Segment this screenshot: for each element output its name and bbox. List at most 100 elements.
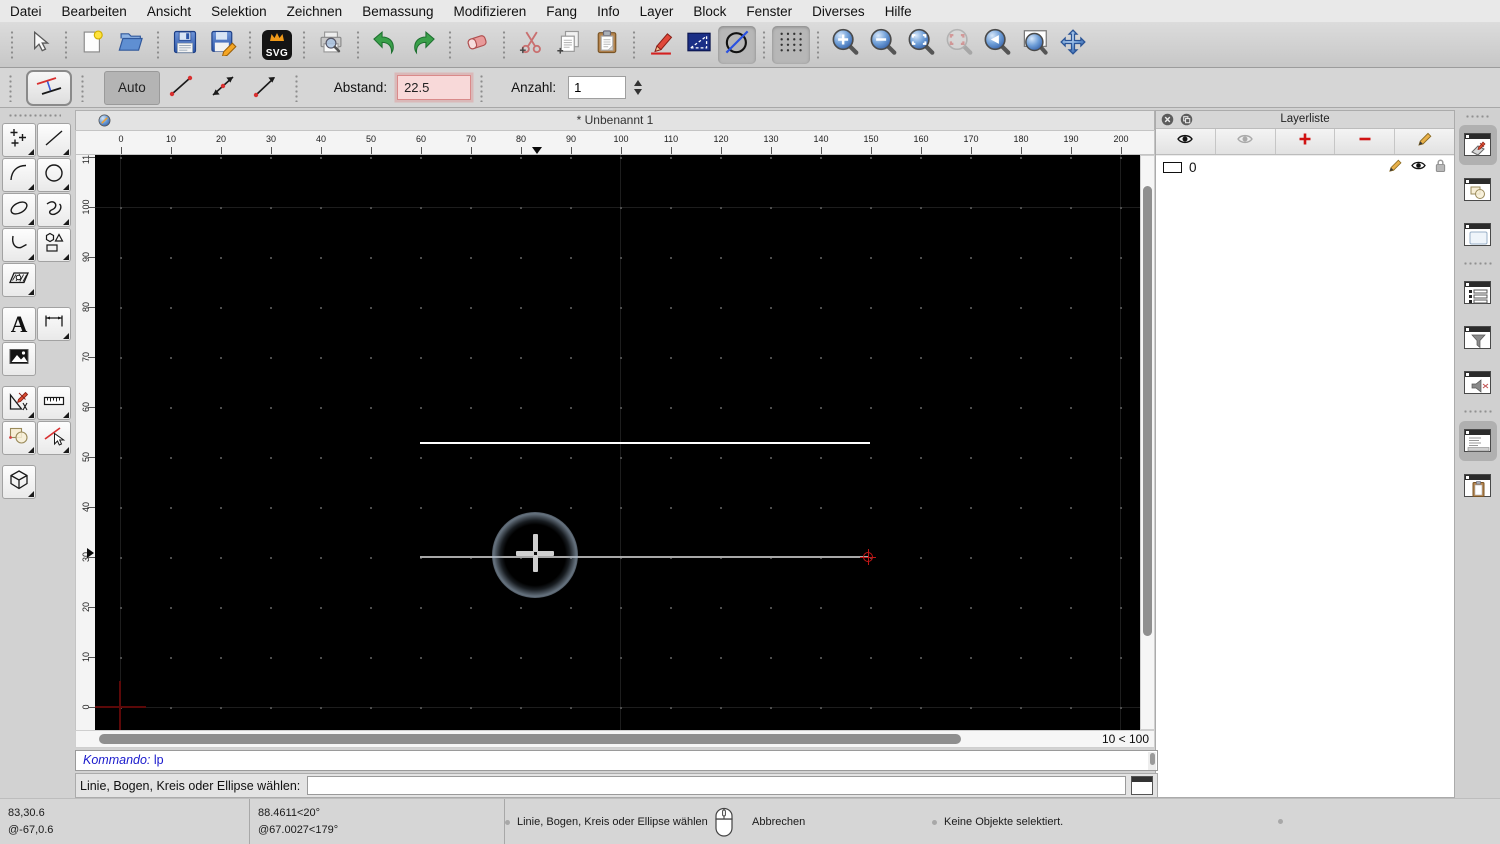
save-button[interactable] (166, 26, 204, 64)
zoom-out-button[interactable] (864, 26, 902, 64)
new-document-button[interactable] (74, 26, 112, 64)
drawn-line[interactable] (420, 556, 868, 558)
add-layer-button[interactable] (1276, 129, 1336, 154)
shape-tool-button[interactable] (37, 228, 71, 262)
block-list-panel-button[interactable] (1459, 170, 1497, 210)
both-directions-button[interactable] (202, 70, 244, 106)
show-all-layers-button[interactable] (1156, 129, 1216, 154)
vertical-scrollbar[interactable] (1140, 155, 1155, 730)
select-cursor-button[interactable] (20, 26, 58, 64)
edit-attributes-button[interactable] (642, 26, 680, 64)
detach-icon[interactable] (1180, 113, 1193, 132)
menu-item-ansicht[interactable]: Ansicht (137, 4, 201, 19)
layer-color-swatch[interactable] (1163, 161, 1182, 173)
circle-tool-button[interactable] (37, 158, 71, 192)
measure-tool-button[interactable] (37, 386, 71, 420)
redo-button[interactable] (404, 26, 442, 64)
menu-item-modifizieren[interactable]: Modifizieren (444, 4, 537, 19)
layer-row[interactable]: 0 (1156, 156, 1454, 178)
hatch-tool-button[interactable] (2, 263, 36, 297)
zoom-selection-button[interactable] (940, 26, 978, 64)
points-tool-button[interactable] (2, 123, 36, 157)
copy-button[interactable] (550, 26, 588, 64)
horizontal-scrollbar-thumb[interactable] (99, 734, 961, 744)
draw-mode-button[interactable] (718, 25, 756, 64)
command-window-toggle-button[interactable] (1131, 776, 1153, 795)
entity-list-panel-button[interactable] (1459, 273, 1497, 313)
drawing-canvas[interactable] (95, 155, 1140, 730)
line-selection-button[interactable] (680, 26, 718, 64)
command-scrollbar-thumb[interactable] (1149, 753, 1155, 765)
undo-button[interactable] (366, 26, 404, 64)
drawn-line[interactable] (420, 442, 870, 444)
block-tool-button[interactable] (2, 421, 36, 455)
zoom-previous-button[interactable] (978, 26, 1016, 64)
menu-item-hilfe[interactable]: Hilfe (875, 4, 922, 19)
menu-item-zeichnen[interactable]: Zeichnen (277, 4, 353, 19)
line-tool-button[interactable] (37, 123, 71, 157)
modify-tool-button[interactable] (2, 386, 36, 420)
vertical-scrollbar-thumb[interactable] (1143, 186, 1152, 636)
clipboard-panel-button[interactable] (1459, 466, 1497, 506)
auto-mode-button[interactable]: Auto (104, 70, 160, 105)
filter-panel-button[interactable] (1459, 318, 1497, 358)
cut-button[interactable] (512, 26, 550, 64)
zoom-in-button[interactable] (826, 26, 864, 64)
menu-item-diverses[interactable]: Diverses (802, 4, 875, 19)
menu-item-bemassung[interactable]: Bemassung (352, 4, 443, 19)
dock-drag-handle[interactable] (1464, 114, 1491, 120)
arc-tool-button[interactable] (2, 158, 36, 192)
dimension-tool-button[interactable] (37, 307, 71, 341)
anzahl-stepper[interactable] (630, 76, 645, 100)
library-browser-panel-button[interactable] (1459, 215, 1497, 255)
stepper-up-icon[interactable] (633, 80, 642, 86)
polyline-tool-button[interactable] (2, 228, 36, 262)
menu-item-block[interactable]: Block (683, 4, 736, 19)
one-direction-button[interactable] (244, 70, 286, 106)
menu-item-fang[interactable]: Fang (536, 4, 587, 19)
menu-item-selektion[interactable]: Selektion (201, 4, 277, 19)
command-history[interactable]: Kommando: lp (75, 750, 1158, 771)
ellipse-tool-button[interactable] (2, 193, 36, 227)
menu-item-layer[interactable]: Layer (630, 4, 684, 19)
parallel-line-tool-button[interactable] (26, 69, 72, 106)
svg-export-button[interactable]: SVG (258, 26, 296, 64)
solid-tool-button[interactable] (2, 465, 36, 499)
text-tool-button[interactable]: A (2, 307, 36, 341)
command-panel-button[interactable] (1459, 363, 1497, 403)
image-tool-button[interactable] (2, 342, 36, 376)
zoom-window-button[interactable] (1016, 26, 1054, 64)
zoom-fit-button[interactable] (902, 26, 940, 64)
close-icon[interactable] (1161, 113, 1174, 132)
stepper-down-icon[interactable] (633, 89, 642, 95)
menu-item-bearbeiten[interactable]: Bearbeiten (52, 4, 137, 19)
layer-lock-icon[interactable] (1434, 158, 1447, 176)
open-file-button[interactable] (112, 26, 150, 64)
layer-edit-pencil-icon[interactable] (1388, 158, 1403, 176)
property-editor-panel-button[interactable] (1458, 420, 1497, 461)
layer-list-panel-button[interactable] (1458, 124, 1497, 165)
horizontal-scrollbar[interactable]: 10 < 100 (75, 730, 1155, 748)
select-tool-button[interactable] (37, 421, 71, 455)
edit-layer-button[interactable] (1395, 129, 1454, 154)
pan-button[interactable] (1054, 26, 1092, 64)
layer-visibility-eye-icon[interactable] (1410, 159, 1427, 175)
command-history-scrollbar[interactable] (1148, 752, 1156, 770)
command-input[interactable] (307, 776, 1126, 795)
menu-item-info[interactable]: Info (587, 4, 630, 19)
toolbar-drag-handle[interactable] (9, 29, 15, 60)
document-title-bar[interactable]: * Unbenannt 1 (75, 110, 1155, 130)
options-drag-handle[interactable] (8, 73, 14, 102)
palette-drag-handle[interactable] (8, 113, 61, 119)
menu-item-datei[interactable]: Datei (0, 4, 52, 19)
remove-layer-button[interactable] (1335, 129, 1396, 154)
abstand-input[interactable] (397, 75, 472, 100)
delete-button[interactable] (458, 26, 496, 64)
menu-item-fenster[interactable]: Fenster (736, 4, 802, 19)
grid-toggle-button[interactable] (772, 25, 810, 64)
spline-tool-button[interactable] (37, 193, 71, 227)
hide-all-layers-button[interactable] (1216, 129, 1276, 154)
anzahl-input[interactable] (568, 76, 627, 99)
layer-panel-title-bar[interactable]: Layerliste (1156, 111, 1454, 129)
paste-button[interactable] (588, 26, 626, 64)
